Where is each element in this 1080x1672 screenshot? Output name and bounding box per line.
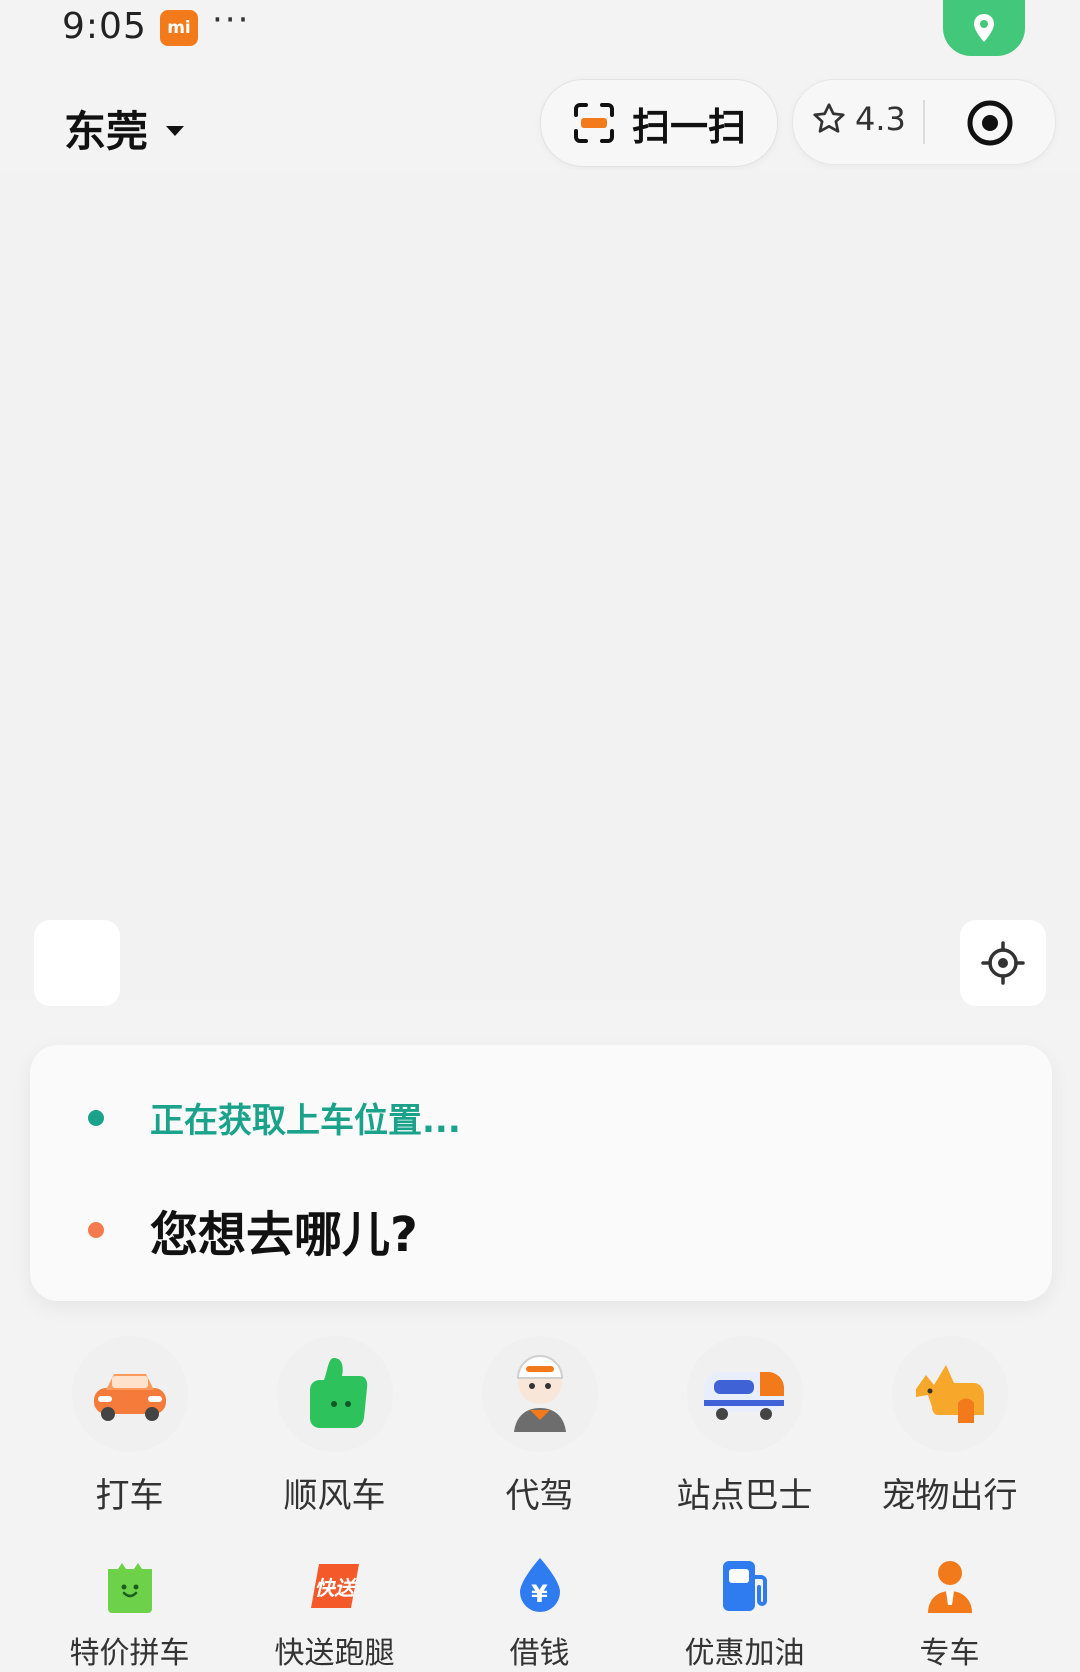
more-dots-icon: ··· (212, 0, 251, 40)
service-label: 站点巴士 (676, 1476, 813, 1516)
service-designated-driver[interactable]: 代驾 (437, 1336, 642, 1517)
service-label: 专车 (919, 1636, 980, 1671)
car-icon (71, 1336, 188, 1452)
service-station-bus[interactable]: 站点巴士 (642, 1336, 847, 1517)
chauffeur-icon (920, 1556, 980, 1616)
pill-divider (923, 100, 925, 144)
pet-icon (891, 1336, 1008, 1452)
service-label: 宠物出行 (881, 1476, 1018, 1516)
rating-button[interactable]: 4.3 (811, 100, 906, 138)
service-label: 优惠加油 (684, 1636, 805, 1671)
green-bag-icon (100, 1556, 160, 1616)
service-discount-carpool[interactable]: 特价拼车 (27, 1556, 232, 1672)
scan-label: 扫一扫 (631, 104, 746, 149)
service-label: 快送跑腿 (274, 1636, 395, 1671)
target-button[interactable] (965, 98, 1015, 148)
map-view[interactable] (0, 170, 1080, 1000)
scan-button[interactable]: 扫一扫 (540, 79, 778, 167)
fuel-icon (715, 1556, 775, 1616)
location-indicator (943, 0, 1025, 56)
express-badge-text: 快送 (314, 1575, 355, 1600)
map-layer-button[interactable] (34, 920, 120, 1006)
service-discount-fuel[interactable]: 优惠加油 (642, 1556, 847, 1672)
yuan-drop-icon: ¥ (510, 1556, 570, 1616)
service-taxi[interactable]: 打车 (27, 1336, 232, 1517)
pickup-status: 正在获取上车位置... (150, 1101, 461, 1141)
target-icon (967, 100, 1013, 146)
pickup-dot-icon (88, 1109, 104, 1126)
service-label: 借钱 (509, 1636, 570, 1671)
service-hitch[interactable]: 顺风车 (232, 1336, 437, 1517)
crosshair-icon (981, 941, 1025, 985)
star-icon (813, 103, 845, 133)
service-borrow-money[interactable]: ¥ 借钱 (437, 1556, 642, 1672)
locate-me-button[interactable] (960, 920, 1046, 1006)
rating-value: 4.3 (855, 100, 906, 138)
rating-pill: 4.3 (792, 79, 1056, 165)
status-bar: 9:05 mi ··· (0, 0, 1080, 60)
top-header: 东莞 扫一扫 4.3 (0, 70, 1080, 170)
location-pin-icon (974, 14, 994, 42)
scan-icon (573, 103, 614, 143)
services-grid: 打车 顺风车 代驾 站点巴士 宠物出行 特价拼车 快送 快送跑腿 ¥ 借钱 优惠… (0, 1336, 1080, 1671)
service-pet-travel[interactable]: 宠物出行 (847, 1336, 1052, 1517)
bus-icon (686, 1336, 803, 1452)
service-label: 特价拼车 (69, 1636, 190, 1671)
city-selector[interactable]: 东莞 (64, 98, 185, 159)
service-label: 代驾 (505, 1476, 574, 1516)
express-icon: 快送 (305, 1556, 365, 1616)
driver-icon (481, 1336, 598, 1452)
caret-down-icon (166, 125, 185, 136)
service-label: 打车 (95, 1476, 164, 1516)
city-name: 东莞 (64, 107, 149, 156)
service-label: 顺风车 (283, 1476, 386, 1516)
mi-logo-icon: mi (160, 10, 198, 46)
destination-row[interactable]: 您想去哪儿? (88, 1195, 418, 1265)
yuan-symbol: ¥ (531, 1580, 548, 1608)
pickup-row[interactable]: 正在获取上车位置... (88, 1093, 461, 1142)
destination-input[interactable]: 您想去哪儿? (150, 1195, 418, 1265)
destination-dot-icon (88, 1222, 104, 1238)
thumbs-up-icon (276, 1336, 393, 1452)
status-time: 9:05 (62, 6, 147, 47)
trip-card: 正在获取上车位置... 您想去哪儿? (30, 1045, 1052, 1301)
service-premier[interactable]: 专车 (847, 1556, 1052, 1672)
service-express-errand[interactable]: 快送 快送跑腿 (232, 1556, 437, 1672)
